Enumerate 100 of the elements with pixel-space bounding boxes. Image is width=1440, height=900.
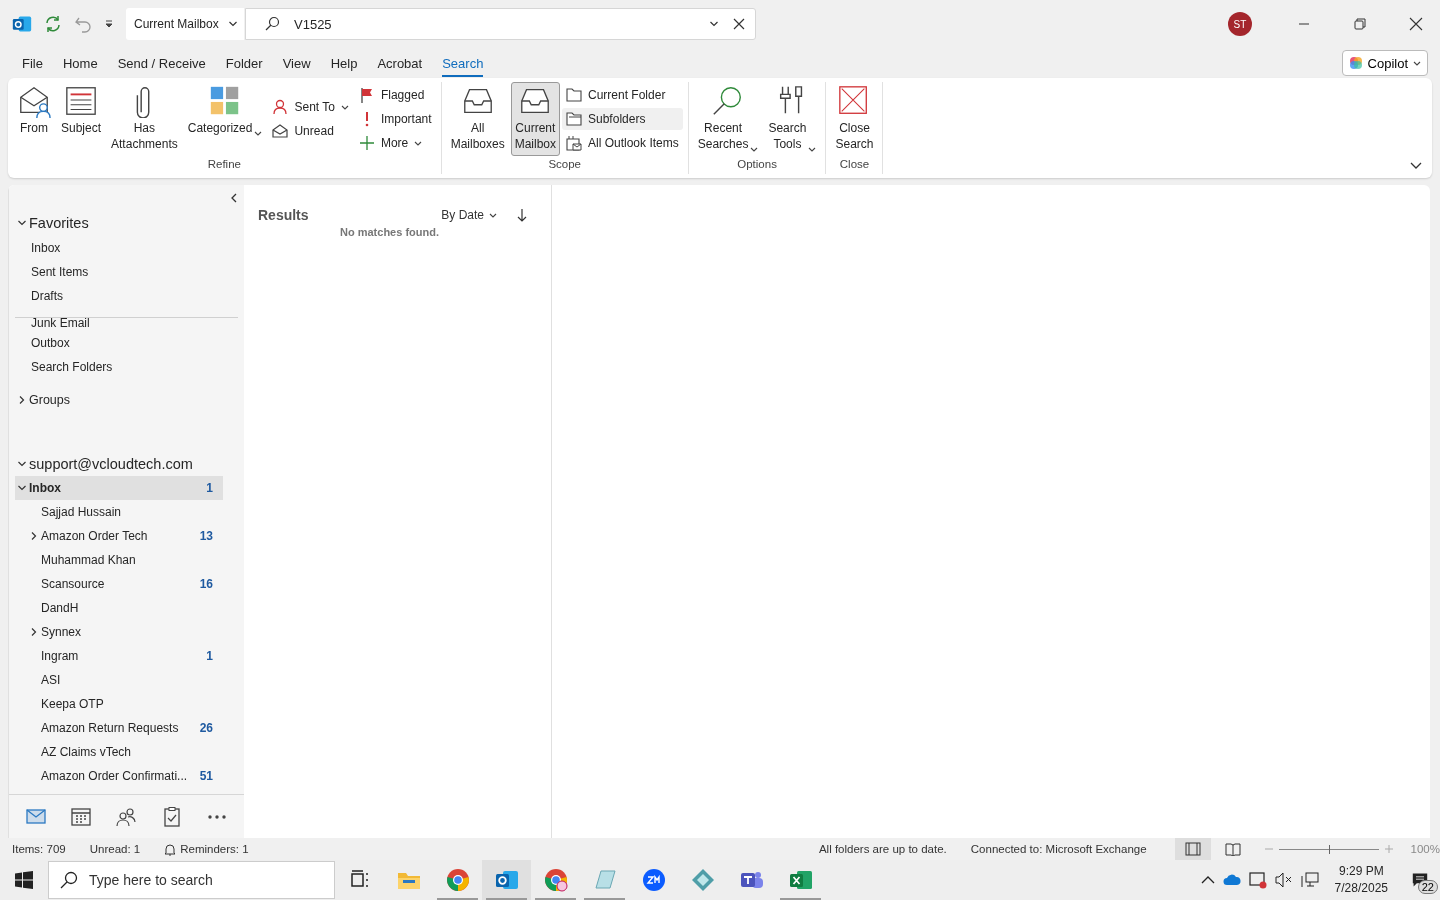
taskbar-search-field[interactable]: Type here to search (48, 861, 335, 899)
folder-item[interactable]: Muhammad Khan (15, 548, 223, 572)
ribbon-button[interactable]: Categorized (183, 82, 267, 156)
chevron-icon[interactable] (228, 19, 238, 29)
group-label: Close (838, 158, 871, 172)
folder-item[interactable]: Sent Items (15, 259, 215, 283)
chevron-icon[interactable] (29, 531, 39, 541)
chevron-icon[interactable] (17, 395, 27, 405)
group-label: Scope (547, 158, 582, 172)
ribbon-button[interactable]: Current Mailbox (510, 82, 560, 156)
taskbar-app[interactable] (482, 860, 531, 900)
browser-profile-icon (543, 868, 568, 892)
collapse-ribbon-icon[interactable] (1410, 162, 1422, 170)
section-header[interactable]: Groups (29, 393, 70, 407)
person-icon (272, 99, 289, 115)
section-header[interactable]: Favorites (29, 215, 89, 231)
menu-tab[interactable]: Send / Receive (107, 51, 216, 75)
ribbon-button[interactable]: From (13, 82, 55, 156)
folder-item[interactable]: Inbox (15, 235, 215, 259)
close-icon[interactable] (733, 18, 745, 30)
menu-tab[interactable]: File (12, 51, 53, 75)
folder-item[interactable]: Outbox (15, 330, 215, 354)
view-button[interactable] (1174, 838, 1211, 860)
folder-item[interactable]: Junk Email (15, 318, 215, 330)
ribbon-button[interactable]: Current Folder (562, 84, 683, 106)
sync-status: All folders are up to date. (818, 843, 947, 855)
sort-dropdown[interactable]: By Date (435, 207, 503, 223)
folder-item[interactable]: Amazon Order Confirmati... 51 (15, 764, 223, 788)
ribbon-button[interactable]: All Mailboxes (446, 82, 509, 156)
security-alert-icon[interactable] (1248, 871, 1267, 889)
chevron-icon[interactable] (17, 459, 27, 469)
copilot-button[interactable]: Copilot (1341, 50, 1428, 76)
menu-tab[interactable]: View (272, 51, 321, 75)
collapse-pane-icon[interactable] (230, 193, 238, 203)
chevron-icon[interactable] (17, 483, 27, 493)
menu-tab[interactable]: Help (320, 51, 368, 75)
exclamation-icon (364, 111, 369, 127)
ribbon-button[interactable]: Close Search (831, 82, 878, 156)
ribbon-button[interactable]: All Outlook Items (562, 132, 683, 154)
caret-icon (1413, 60, 1421, 66)
ribbon-button[interactable]: Has Attachments (107, 82, 182, 156)
mail-app-icon[interactable] (12, 14, 32, 34)
connection-status: Connected to: Microsoft Exchange (970, 843, 1147, 855)
folder-item[interactable]: Inbox 1 (15, 476, 223, 500)
folder-icon (566, 87, 582, 103)
group-label: Refine (206, 158, 242, 172)
customize-caret-icon[interactable] (104, 19, 114, 29)
video-app-icon (641, 868, 666, 892)
close-icon[interactable] (1409, 17, 1423, 31)
results-title: Results (258, 207, 310, 223)
volume-muted-icon[interactable] (1274, 872, 1293, 888)
notepad-icon (592, 868, 617, 892)
clock-date[interactable]: 7/28/2025 (1334, 880, 1388, 897)
menu-tab[interactable]: Acrobat (367, 51, 433, 75)
ribbon-button[interactable]: Important (354, 108, 436, 130)
folder-item[interactable]: ASI (15, 668, 223, 692)
chevron-icon[interactable] (17, 218, 27, 228)
caret-icon (414, 140, 423, 146)
cloud-icon[interactable] (1222, 874, 1241, 886)
ribbon-button[interactable]: Sent To (268, 96, 353, 118)
folder-item[interactable]: Keepa OTP (15, 692, 223, 716)
avatar[interactable]: ST (1228, 12, 1252, 36)
clock-time[interactable]: 9:29 PM (1338, 863, 1384, 880)
caret-icon (489, 212, 497, 218)
ribbon-button[interactable]: Flagged (354, 84, 436, 106)
restore-icon[interactable] (1354, 18, 1366, 30)
network-icon[interactable] (1300, 872, 1319, 888)
folder-item[interactable]: Synnex (15, 620, 223, 644)
folder-item[interactable]: Sajjad Hussain (15, 500, 223, 524)
search-field[interactable]: V1525 (245, 8, 756, 40)
menu-tab[interactable]: Search (432, 51, 494, 75)
scope-dropdown[interactable]: Current Mailbox (126, 8, 244, 40)
chevron-icon[interactable] (29, 627, 39, 637)
account-header[interactable]: support@vcloudtech.com (29, 456, 193, 472)
reminders-count[interactable]: Reminders: 1 (180, 843, 249, 855)
ribbon-button[interactable]: More (354, 132, 436, 154)
chevron-icon[interactable] (709, 19, 719, 29)
ribbon-button[interactable]: Unread (268, 120, 353, 142)
menu-tab[interactable]: Home (52, 51, 108, 75)
folder-item[interactable]: Scansource 16 (15, 572, 223, 596)
ribbon-button[interactable]: Subject (57, 82, 106, 156)
chevron-up-icon[interactable] (1200, 875, 1215, 885)
folder-item[interactable]: DandH (15, 596, 223, 620)
folder-item[interactable]: Ingram 1 (15, 644, 223, 668)
calendar-icon[interactable] (70, 805, 93, 828)
people-icon[interactable] (115, 805, 138, 828)
menu-tab[interactable]: Folder (215, 51, 273, 75)
ribbon-button[interactable]: Search Tools (764, 82, 821, 156)
folder-item[interactable]: Search Folders (15, 354, 215, 378)
folder-stack-icon (566, 135, 582, 151)
sort-direction-icon[interactable] (517, 208, 527, 222)
folder-item[interactable]: Amazon Order Tech 13 (15, 524, 223, 548)
windows-start-icon[interactable] (15, 871, 33, 889)
folder-item[interactable]: Amazon Return Requests 26 (15, 716, 223, 740)
folder-item[interactable]: AZ Claims vTech (15, 740, 223, 764)
ribbon-button[interactable]: Recent Searches (693, 82, 763, 156)
folder-item[interactable]: Drafts (15, 283, 215, 307)
caret-icon (254, 131, 263, 136)
ribbon-button[interactable]: Subfolders (562, 108, 683, 130)
sync-icon[interactable] (44, 15, 62, 33)
